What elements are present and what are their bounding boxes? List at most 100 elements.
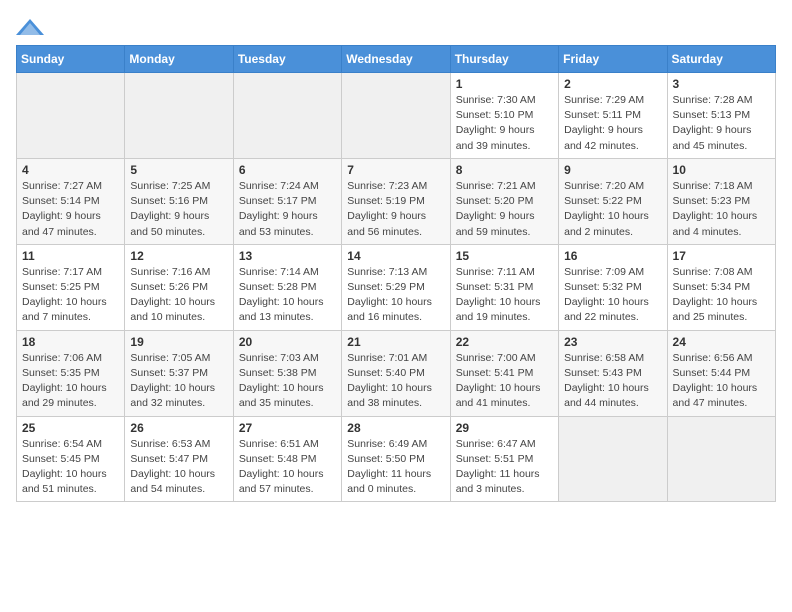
calendar-week-1: 1Sunrise: 7:30 AM Sunset: 5:10 PM Daylig…	[17, 73, 776, 159]
calendar-cell: 4 Sunrise: 7:27 AM Sunset: 5:14 PM Daylig…	[17, 158, 125, 244]
day-number: 16	[564, 249, 661, 263]
day-info: Sunrise: 7:21 AM Sunset: 5:20 PM Dayligh…	[456, 179, 553, 240]
day-info: Sunrise: 7:30 AM Sunset: 5:10 PM Dayligh…	[456, 93, 553, 154]
day-info: Sunrise: 6:56 AM Sunset: 5:44 PM Dayligh…	[673, 351, 770, 412]
day-info: Sunrise: 6:49 AM Sunset: 5:50 PM Dayligh…	[347, 437, 444, 498]
calendar-cell: 14 Sunrise: 7:13 AM Sunset: 5:29 PM Dayli…	[342, 244, 450, 330]
calendar-cell	[559, 416, 667, 502]
day-info: Sunrise: 7:23 AM Sunset: 5:19 PM Dayligh…	[347, 179, 444, 240]
day-info: Sunrise: 6:54 AM Sunset: 5:45 PM Dayligh…	[22, 437, 119, 498]
day-number: 6	[239, 163, 336, 177]
day-number: 24	[673, 335, 770, 349]
calendar-cell: 17 Sunrise: 7:08 AM Sunset: 5:34 PM Dayli…	[667, 244, 775, 330]
day-info: Sunrise: 6:47 AM Sunset: 5:51 PM Dayligh…	[456, 437, 553, 498]
weekday-header-monday: Monday	[125, 46, 233, 73]
calendar-cell: 5 Sunrise: 7:25 AM Sunset: 5:16 PM Daylig…	[125, 158, 233, 244]
day-number: 25	[22, 421, 119, 435]
day-info: Sunrise: 7:25 AM Sunset: 5:16 PM Dayligh…	[130, 179, 227, 240]
calendar-cell	[125, 73, 233, 159]
day-info: Sunrise: 7:03 AM Sunset: 5:38 PM Dayligh…	[239, 351, 336, 412]
calendar-cell: 19 Sunrise: 7:05 AM Sunset: 5:37 PM Dayli…	[125, 330, 233, 416]
day-info: Sunrise: 7:29 AM Sunset: 5:11 PM Dayligh…	[564, 93, 661, 154]
calendar-cell: 6 Sunrise: 7:24 AM Sunset: 5:17 PM Daylig…	[233, 158, 341, 244]
day-number: 28	[347, 421, 444, 435]
day-number: 26	[130, 421, 227, 435]
calendar-header: SundayMondayTuesdayWednesdayThursdayFrid…	[17, 46, 776, 73]
day-number: 7	[347, 163, 444, 177]
calendar-cell: 29 Sunrise: 6:47 AM Sunset: 5:51 PM Dayli…	[450, 416, 558, 502]
day-number: 3	[673, 77, 770, 91]
day-info: Sunrise: 7:28 AM Sunset: 5:13 PM Dayligh…	[673, 93, 770, 154]
calendar-cell: 18 Sunrise: 7:06 AM Sunset: 5:35 PM Dayli…	[17, 330, 125, 416]
day-info: Sunrise: 7:17 AM Sunset: 5:25 PM Dayligh…	[22, 265, 119, 326]
calendar-week-3: 11 Sunrise: 7:17 AM Sunset: 5:25 PM Dayli…	[17, 244, 776, 330]
day-number: 15	[456, 249, 553, 263]
calendar-table: SundayMondayTuesdayWednesdayThursdayFrid…	[16, 45, 776, 502]
calendar-cell: 10Sunrise: 7:18 AM Sunset: 5:23 PM Dayli…	[667, 158, 775, 244]
calendar-cell: 27 Sunrise: 6:51 AM Sunset: 5:48 PM Dayli…	[233, 416, 341, 502]
day-number: 29	[456, 421, 553, 435]
day-info: Sunrise: 7:09 AM Sunset: 5:32 PM Dayligh…	[564, 265, 661, 326]
calendar-cell	[233, 73, 341, 159]
calendar-week-5: 25 Sunrise: 6:54 AM Sunset: 5:45 PM Dayli…	[17, 416, 776, 502]
calendar-cell	[17, 73, 125, 159]
header	[16, 16, 776, 37]
day-info: Sunrise: 7:24 AM Sunset: 5:17 PM Dayligh…	[239, 179, 336, 240]
day-number: 21	[347, 335, 444, 349]
weekday-header-saturday: Saturday	[667, 46, 775, 73]
day-number: 14	[347, 249, 444, 263]
day-info: Sunrise: 6:53 AM Sunset: 5:47 PM Dayligh…	[130, 437, 227, 498]
weekday-header-thursday: Thursday	[450, 46, 558, 73]
day-info: Sunrise: 7:00 AM Sunset: 5:41 PM Dayligh…	[456, 351, 553, 412]
calendar-cell: 7 Sunrise: 7:23 AM Sunset: 5:19 PM Daylig…	[342, 158, 450, 244]
day-number: 23	[564, 335, 661, 349]
calendar-cell: 2 Sunrise: 7:29 AM Sunset: 5:11 PM Daylig…	[559, 73, 667, 159]
day-info: Sunrise: 7:11 AM Sunset: 5:31 PM Dayligh…	[456, 265, 553, 326]
day-info: Sunrise: 7:06 AM Sunset: 5:35 PM Dayligh…	[22, 351, 119, 412]
calendar-cell: 21 Sunrise: 7:01 AM Sunset: 5:40 PM Dayli…	[342, 330, 450, 416]
weekday-header-sunday: Sunday	[17, 46, 125, 73]
calendar-cell: 11 Sunrise: 7:17 AM Sunset: 5:25 PM Dayli…	[17, 244, 125, 330]
day-info: Sunrise: 7:20 AM Sunset: 5:22 PM Dayligh…	[564, 179, 661, 240]
day-number: 9	[564, 163, 661, 177]
calendar-body: 1Sunrise: 7:30 AM Sunset: 5:10 PM Daylig…	[17, 73, 776, 502]
logo	[16, 16, 48, 37]
day-number: 18	[22, 335, 119, 349]
calendar-cell: 9 Sunrise: 7:20 AM Sunset: 5:22 PM Daylig…	[559, 158, 667, 244]
day-info: Sunrise: 7:27 AM Sunset: 5:14 PM Dayligh…	[22, 179, 119, 240]
day-number: 17	[673, 249, 770, 263]
calendar-cell	[342, 73, 450, 159]
day-number: 11	[22, 249, 119, 263]
day-number: 22	[456, 335, 553, 349]
calendar-cell: 24 Sunrise: 6:56 AM Sunset: 5:44 PM Dayli…	[667, 330, 775, 416]
day-info: Sunrise: 6:51 AM Sunset: 5:48 PM Dayligh…	[239, 437, 336, 498]
day-info: Sunrise: 7:01 AM Sunset: 5:40 PM Dayligh…	[347, 351, 444, 412]
day-info: Sunrise: 7:05 AM Sunset: 5:37 PM Dayligh…	[130, 351, 227, 412]
calendar-week-2: 4 Sunrise: 7:27 AM Sunset: 5:14 PM Daylig…	[17, 158, 776, 244]
weekday-header-friday: Friday	[559, 46, 667, 73]
day-number: 4	[22, 163, 119, 177]
day-info: Sunrise: 7:08 AM Sunset: 5:34 PM Dayligh…	[673, 265, 770, 326]
day-info: Sunrise: 6:58 AM Sunset: 5:43 PM Dayligh…	[564, 351, 661, 412]
weekday-header-tuesday: Tuesday	[233, 46, 341, 73]
day-number: 8	[456, 163, 553, 177]
day-info: Sunrise: 7:18 AM Sunset: 5:23 PM Dayligh…	[673, 179, 770, 240]
calendar-cell: 12Sunrise: 7:16 AM Sunset: 5:26 PM Dayli…	[125, 244, 233, 330]
calendar-cell: 13Sunrise: 7:14 AM Sunset: 5:28 PM Dayli…	[233, 244, 341, 330]
day-number: 19	[130, 335, 227, 349]
day-number: 27	[239, 421, 336, 435]
day-number: 20	[239, 335, 336, 349]
calendar-cell: 20 Sunrise: 7:03 AM Sunset: 5:38 PM Dayli…	[233, 330, 341, 416]
day-number: 13	[239, 249, 336, 263]
day-number: 2	[564, 77, 661, 91]
calendar-cell: 1Sunrise: 7:30 AM Sunset: 5:10 PM Daylig…	[450, 73, 558, 159]
day-info: Sunrise: 7:13 AM Sunset: 5:29 PM Dayligh…	[347, 265, 444, 326]
calendar-cell: 16 Sunrise: 7:09 AM Sunset: 5:32 PM Dayli…	[559, 244, 667, 330]
calendar-cell: 25 Sunrise: 6:54 AM Sunset: 5:45 PM Dayli…	[17, 416, 125, 502]
calendar-cell: 22 Sunrise: 7:00 AM Sunset: 5:41 PM Dayli…	[450, 330, 558, 416]
weekday-header-row: SundayMondayTuesdayWednesdayThursdayFrid…	[17, 46, 776, 73]
calendar-cell: 15 Sunrise: 7:11 AM Sunset: 5:31 PM Dayli…	[450, 244, 558, 330]
day-number: 5	[130, 163, 227, 177]
calendar-cell: 8 Sunrise: 7:21 AM Sunset: 5:20 PM Daylig…	[450, 158, 558, 244]
calendar-cell: 28 Sunrise: 6:49 AM Sunset: 5:50 PM Dayli…	[342, 416, 450, 502]
